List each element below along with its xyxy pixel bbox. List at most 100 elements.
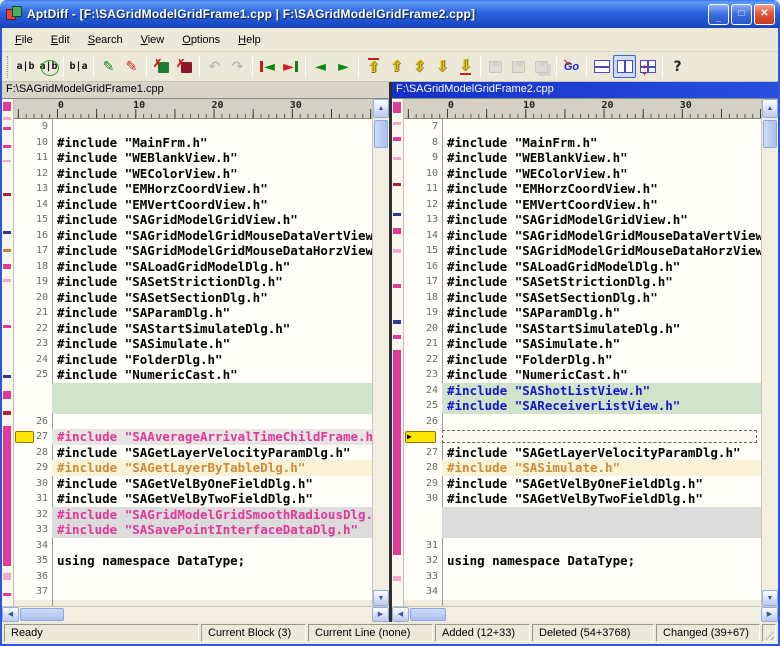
code-line[interactable]: 26 [404, 414, 761, 430]
code-line[interactable]: 24#include "SAShotListView.h" [404, 383, 761, 399]
code-line[interactable]: 21#include "SAParamDlg.h" [14, 305, 372, 321]
code-line[interactable]: 26 [14, 414, 372, 430]
code-line[interactable]: 22#include "SAStartSimulateDlg.h" [14, 321, 372, 337]
code-line[interactable]: 27#include "SAAverageArrivalTimeChildFra… [14, 429, 372, 445]
left-code-area[interactable]: 910#include "MainFrm.h"11#include "WEBla… [14, 119, 372, 606]
right-horizontal-scrollbar[interactable]: ◀ ▶ [392, 606, 778, 622]
menu-edit[interactable]: Edit [42, 31, 79, 49]
code-line[interactable]: 20#include "SAStartSimulateDlg.h" [404, 321, 761, 337]
right-scroll-right-button[interactable]: ▶ [761, 607, 778, 622]
code-line[interactable]: 13#include "SAGridModelGridView.h" [404, 212, 761, 228]
next-block-button[interactable]: ► [332, 55, 355, 78]
left-scroll-right-button[interactable]: ▶ [372, 607, 389, 622]
code-line[interactable]: 33#include "SASavePointInterfaceDataDlg.… [14, 522, 372, 538]
copy-block-to-right-button[interactable]: ► [279, 55, 302, 78]
swap-files-button[interactable]: b|a [67, 55, 90, 78]
code-line[interactable]: 35using namespace DataType; [14, 553, 372, 569]
right-horizontal-scroll-thumb[interactable] [410, 608, 446, 621]
code-line[interactable]: 25#include "NumericCast.h" [14, 367, 372, 383]
code-line[interactable]: 19#include "SAParamDlg.h" [404, 305, 761, 321]
code-line[interactable]: 11#include "EMHorzCoordView.h" [404, 181, 761, 197]
code-line[interactable]: 25#include "SAReceiverListView.h" [404, 398, 761, 414]
code-line[interactable]: 7 [404, 119, 761, 135]
code-line[interactable]: 29#include "SAGetLayerByTableDlg.h" [14, 460, 372, 476]
toolbar-grip[interactable] [7, 56, 11, 78]
code-line[interactable]: 34 [14, 538, 372, 554]
code-line[interactable]: 17#include "SASetStrictionDlg.h" [404, 274, 761, 290]
left-scroll-down-button[interactable]: ▼ [373, 590, 389, 606]
code-line[interactable]: 16#include "SAGridModelGridMouseDataVert… [14, 228, 372, 244]
code-line[interactable]: 30#include "SAGetVelByOneFieldDlg.h" [14, 476, 372, 492]
code-line[interactable]: 12#include "WEColorView.h" [14, 166, 372, 182]
code-line[interactable]: 10#include "WEColorView.h" [404, 166, 761, 182]
code-line[interactable]: 31 [404, 538, 761, 554]
code-line[interactable]: 33 [404, 569, 761, 585]
edit-right-file-button[interactable]: ✎ [120, 55, 143, 78]
discard-left-edits-button[interactable]: ✗ [150, 55, 173, 78]
goto-line-button[interactable]: ↘Go [560, 55, 583, 78]
close-button[interactable]: ✕ [754, 4, 775, 25]
title-bar[interactable]: AptDiff - [F:\SAGridModelGridFrame1.cpp … [0, 0, 780, 28]
code-line[interactable]: 18#include "SASetSectionDlg.h" [404, 290, 761, 306]
refresh-comparison-button[interactable]: a|b [37, 55, 60, 78]
edit-left-file-button[interactable]: ✎ [97, 55, 120, 78]
help-about-button[interactable]: ? [666, 55, 689, 78]
layout-vertical-button[interactable] [613, 55, 636, 78]
current-difference-button[interactable]: ⇳ [408, 55, 431, 78]
code-line[interactable]: 22#include "FolderDlg.h" [404, 352, 761, 368]
menu-file[interactable]: File [6, 31, 42, 49]
discard-right-edits-button[interactable]: ✗ [173, 55, 196, 78]
resize-grip[interactable] [762, 624, 776, 642]
next-difference-button[interactable]: ⇩ [431, 55, 454, 78]
left-scroll-up-button[interactable]: ▲ [373, 99, 389, 118]
code-line[interactable]: 23#include "NumericCast.h" [404, 367, 761, 383]
code-line[interactable]: 21#include "SASimulate.h" [404, 336, 761, 352]
code-line[interactable]: 28#include "SASimulate.h" [404, 460, 761, 476]
first-difference-button[interactable]: ⇧ [362, 55, 385, 78]
left-vertical-scroll-thumb[interactable] [374, 120, 388, 148]
code-line[interactable]: 8#include "MainFrm.h" [404, 135, 761, 151]
code-line[interactable]: 28#include "SAGetLayerVelocityParamDlg.h… [14, 445, 372, 461]
left-horizontal-scroll-thumb[interactable] [20, 608, 64, 621]
compare-files-button[interactable]: a|b [14, 55, 37, 78]
left-diff-map[interactable] [2, 99, 14, 606]
code-line[interactable]: 9#include "WEBlankView.h" [404, 150, 761, 166]
code-line[interactable]: 15#include "SAGridModelGridMouseDataHorz… [404, 243, 761, 259]
menu-search[interactable]: Search [79, 31, 132, 49]
previous-block-button[interactable]: ◄ [309, 55, 332, 78]
code-line[interactable]: 32using namespace DataType; [404, 553, 761, 569]
code-line[interactable]: 14#include "SAGridModelGridMouseDataVert… [404, 228, 761, 244]
code-line[interactable]: 10#include "MainFrm.h" [14, 135, 372, 151]
previous-difference-button[interactable]: ⇧ [385, 55, 408, 78]
left-scroll-left-button[interactable]: ◀ [2, 607, 19, 622]
code-line[interactable]: 15#include "SAGridModelGridView.h" [14, 212, 372, 228]
code-line[interactable]: 17#include "SAGridModelGridMouseDataHorz… [14, 243, 372, 259]
code-line[interactable]: 18#include "SALoadGridModelDlg.h" [14, 259, 372, 275]
code-line[interactable]: 31#include "SAGetVelByTwoFieldDlg.h" [14, 491, 372, 507]
code-line[interactable]: 29#include "SAGetVelByOneFieldDlg.h" [404, 476, 761, 492]
code-line[interactable]: 20#include "SASetSectionDlg.h" [14, 290, 372, 306]
right-scroll-up-button[interactable]: ▲ [762, 99, 778, 118]
menu-help[interactable]: Help [229, 31, 270, 49]
right-vertical-scroll-thumb[interactable] [763, 120, 777, 148]
code-line[interactable]: 9 [14, 119, 372, 135]
right-scroll-left-button[interactable]: ◀ [392, 607, 409, 622]
layout-horizontal-button[interactable] [590, 55, 613, 78]
code-line[interactable]: 30#include "SAGetVelByTwoFieldDlg.h" [404, 491, 761, 507]
code-line[interactable]: 37 [14, 584, 372, 600]
last-difference-button[interactable]: ⇩ [454, 55, 477, 78]
menu-view[interactable]: View [132, 31, 174, 49]
code-line[interactable]: 32#include "SAGridModelGridSmoothRadious… [14, 507, 372, 523]
code-line[interactable]: 13#include "EMHorzCoordView.h" [14, 181, 372, 197]
layout-split-button[interactable] [636, 55, 659, 78]
code-line[interactable]: 34 [404, 584, 761, 600]
menu-options[interactable]: Options [173, 31, 229, 49]
code-line[interactable]: 24#include "FolderDlg.h" [14, 352, 372, 368]
maximize-button[interactable]: □ [731, 4, 752, 25]
code-line[interactable]: 27#include "SAGetLayerVelocityParamDlg.h… [404, 445, 761, 461]
left-vertical-scrollbar[interactable]: ▲ ▼ [372, 99, 389, 606]
left-horizontal-scrollbar[interactable]: ◀ ▶ [2, 606, 389, 622]
right-vertical-scrollbar[interactable]: ▲ ▼ [761, 99, 778, 606]
code-line[interactable]: 12#include "EMVertCoordView.h" [404, 197, 761, 213]
right-code-area[interactable]: 78#include "MainFrm.h"9#include "WEBlank… [404, 119, 761, 606]
